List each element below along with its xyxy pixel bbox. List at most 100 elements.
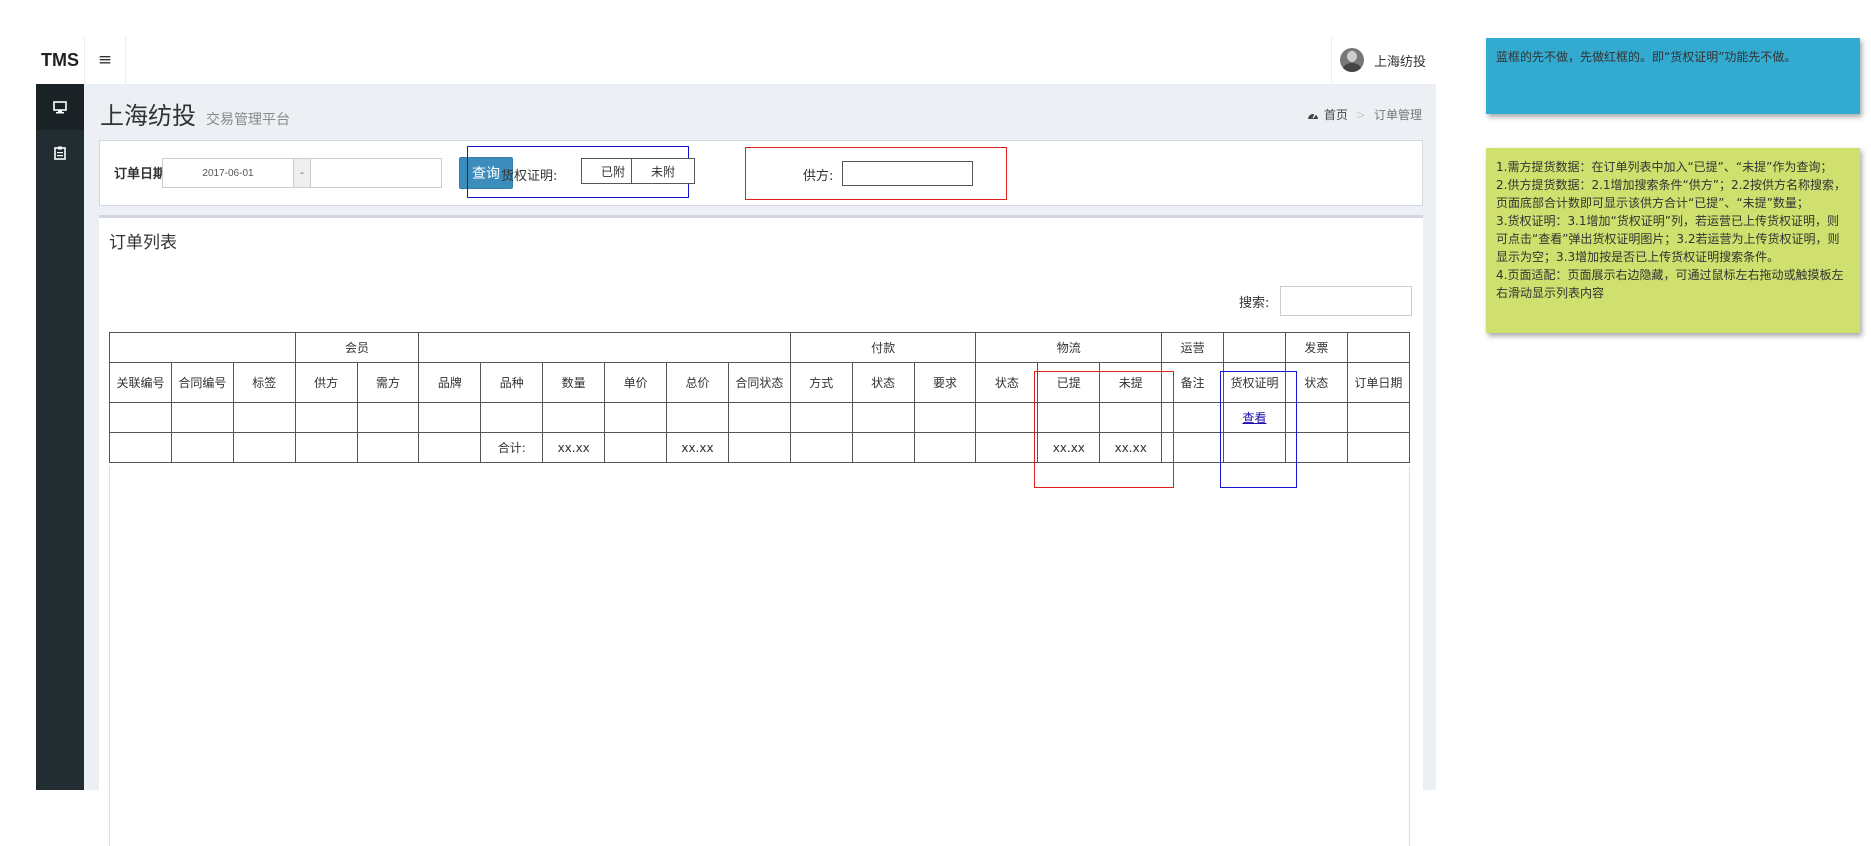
table-cell xyxy=(604,402,668,433)
table-empty-area xyxy=(109,466,1410,846)
table-cell xyxy=(356,402,420,433)
avatar xyxy=(1340,48,1364,72)
total-cell: xx.xx xyxy=(542,432,606,463)
table-cell xyxy=(1346,402,1411,433)
total-cell xyxy=(356,432,420,463)
total-cell xyxy=(789,432,853,463)
order-table: 会员 付款 物流 运营 发票 关联编号 合同编号 标签 供方 需方 品牌 品种 数量 单价 总价 合同状态 方式… xyxy=(109,332,1411,463)
column-header: 品种 xyxy=(480,362,544,403)
top-navbar: 上海纺投 xyxy=(126,36,1436,84)
table-cell xyxy=(542,402,606,433)
total-cell xyxy=(109,432,172,463)
breadcrumb-separator: > xyxy=(1355,107,1366,122)
table-cell xyxy=(109,402,172,433)
header-group-cell: 物流 xyxy=(975,332,1163,363)
column-header: 总价 xyxy=(666,362,729,403)
total-cell xyxy=(913,432,977,463)
header-group-cell xyxy=(418,332,791,363)
column-header: 数量 xyxy=(542,362,606,403)
column-header: 单价 xyxy=(604,362,668,403)
user-name: 上海纺投 xyxy=(1374,54,1427,70)
table-cell xyxy=(666,402,729,433)
column-header: 需方 xyxy=(356,362,420,403)
menu-toggle-button[interactable]: ≡ xyxy=(84,36,126,84)
table-cell xyxy=(232,402,296,433)
table-cell xyxy=(418,402,482,433)
date-to-input[interactable] xyxy=(310,158,442,188)
column-header: 方式 xyxy=(789,362,853,403)
column-header: 标签 xyxy=(232,362,296,403)
sticky-note-green: 1.需方提货数据：在订单列表中加入“已提”、“未提”作为查询； 2.供方提货数据… xyxy=(1486,148,1860,333)
column-header: 合同编号 xyxy=(170,362,234,403)
column-header: 供方 xyxy=(294,362,358,403)
header-group-cell: 运营 xyxy=(1161,332,1225,363)
cert-filter-label: 货权证明: xyxy=(501,169,558,184)
annotation-red-frame-logistics xyxy=(1034,371,1174,488)
total-cell: xx.xx xyxy=(666,432,729,463)
sidebar-item-orders[interactable] xyxy=(36,130,84,176)
date-range-separator: - xyxy=(294,158,310,188)
header-group-cell xyxy=(1346,332,1411,363)
sidebar xyxy=(36,84,84,790)
order-list-panel: 订单列表 搜索: 会员 付款 物流 运营 发票 关联编号 合同编号 标签 供方 需方 品牌 品种 数量单… xyxy=(99,215,1423,846)
table-row: 查看 xyxy=(109,402,1411,433)
clipboard-icon xyxy=(54,146,66,160)
filter-panel: 订单日期 - 查询 货权证明: 已附 未附 供方: xyxy=(99,140,1423,206)
table-header-group-row: 会员 付款 物流 运营 发票 xyxy=(109,332,1411,363)
header-group-cell: 付款 xyxy=(789,332,977,363)
column-header: 要求 xyxy=(913,362,977,403)
total-cell xyxy=(232,432,296,463)
breadcrumb-home[interactable]: 首页 xyxy=(1324,106,1348,123)
header-group-cell: 发票 xyxy=(1284,332,1348,363)
table-header-row: 关联编号 合同编号 标签 供方 需方 品牌 品种 数量 单价 总价 合同状态 方式 状态 要求 状态 已提 未提… xyxy=(109,362,1411,403)
brand-logo: TMS xyxy=(41,49,79,70)
total-cell xyxy=(294,432,358,463)
total-cell xyxy=(727,432,791,463)
sticky-note-blue: 蓝框的先不做，先做红框的。即“货权证明”功能先不做。 xyxy=(1486,38,1860,114)
table-total-row: 合计: xx.xx xx.xx xx.xx xx.xx xyxy=(109,432,1411,463)
column-header: 状态 xyxy=(851,362,915,403)
total-cell xyxy=(975,432,1039,463)
order-date-label: 订单日期 xyxy=(114,167,167,182)
note-line-1: 1.需方提货数据：在订单列表中加入“已提”、“未提”作为查询； xyxy=(1496,160,1833,174)
note-line-3: 3.货权证明：3.1增加“货权证明”列，若运营已上传货权证明，则可点击“查看”弹… xyxy=(1496,214,1840,264)
table-cell xyxy=(975,402,1039,433)
cert-not-attached-button[interactable]: 未附 xyxy=(631,158,695,184)
table-cell xyxy=(294,402,358,433)
search-label: 搜索: xyxy=(1239,296,1270,311)
table-cell xyxy=(913,402,977,433)
supplier-input[interactable] xyxy=(842,161,973,186)
sidebar-item-dashboard[interactable] xyxy=(36,84,84,130)
page-header: 上海纺投 交易管理平台 xyxy=(100,96,290,131)
supplier-label: 供方: xyxy=(803,169,834,184)
note-line-2: 2.供方提货数据：2.1增加搜索条件“供方”；2.2按供方名称搜索，页面底部合计… xyxy=(1496,178,1847,210)
table-cell xyxy=(789,402,853,433)
annotation-blue-frame-cert-column xyxy=(1220,371,1297,488)
page-title: 上海纺投 xyxy=(100,102,196,130)
column-header: 关联编号 xyxy=(109,362,172,403)
total-cell xyxy=(1346,432,1411,463)
table-cell xyxy=(851,402,915,433)
hamburger-icon: ≡ xyxy=(97,50,113,70)
table-cell xyxy=(480,402,544,433)
breadcrumb: 首页 > 订单管理 xyxy=(1307,106,1422,123)
dashboard-icon xyxy=(1307,113,1318,119)
column-header: 状态 xyxy=(975,362,1039,403)
column-header: 品牌 xyxy=(418,362,482,403)
page-subtitle: 交易管理平台 xyxy=(206,112,290,128)
total-cell xyxy=(170,432,234,463)
header-group-cell xyxy=(1223,332,1286,363)
column-header: 订单日期 xyxy=(1346,362,1411,403)
breadcrumb-current: 订单管理 xyxy=(1373,108,1422,122)
date-from-input[interactable] xyxy=(162,158,294,188)
user-menu[interactable]: 上海纺投 xyxy=(1331,36,1436,84)
total-cell xyxy=(418,432,482,463)
table-cell xyxy=(727,402,791,433)
header-group-cell: 会员 xyxy=(294,332,420,363)
table-cell xyxy=(170,402,234,433)
search-input[interactable] xyxy=(1280,286,1412,316)
total-cell: 合计: xyxy=(480,432,544,463)
total-cell xyxy=(851,432,915,463)
note-line-4: 4.页面适配：页面展示右边隐藏，可通过鼠标左右拖动或触摸板左右滑动显示列表内容 xyxy=(1496,268,1844,300)
sticky-note-blue-text: 蓝框的先不做，先做红框的。即“货权证明”功能先不做。 xyxy=(1496,50,1797,64)
